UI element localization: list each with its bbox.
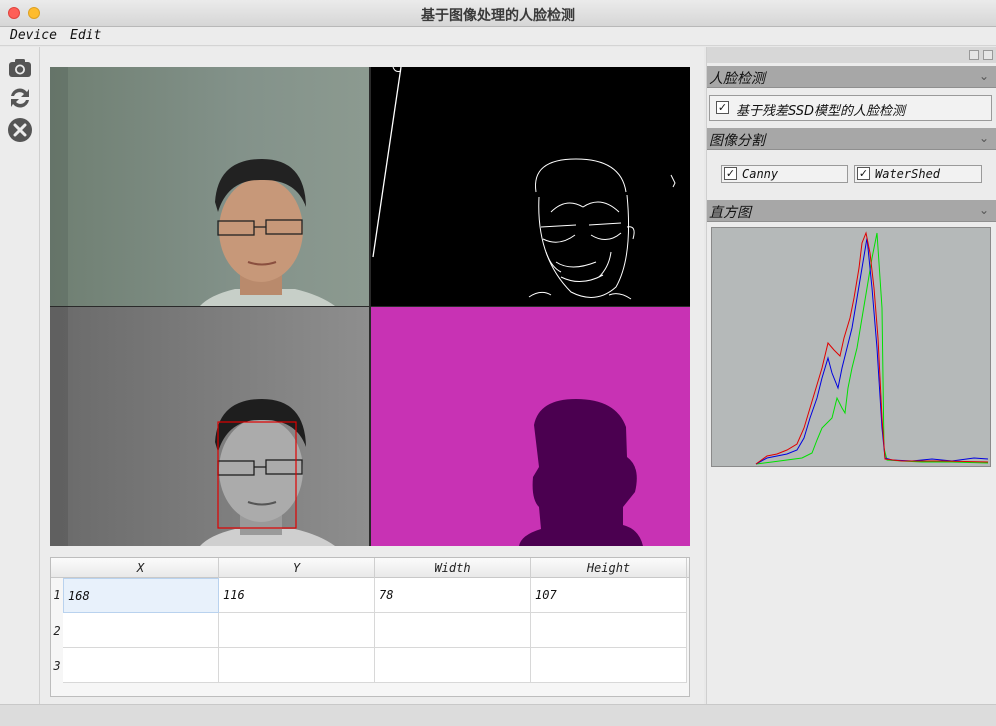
table-cell-x[interactable]	[63, 613, 219, 648]
section-title: 图像分割	[709, 133, 765, 149]
settings-dock: 人脸检测 ⌄ ✓ 基于残差SSD模型的人脸检测 图像分割 ⌄ ✓ Canny ✓…	[706, 47, 996, 704]
face-detection-option: ✓ 基于残差SSD模型的人脸检测	[709, 95, 992, 121]
section-title: 直方图	[709, 205, 751, 221]
canny-checkbox-label: Canny	[742, 167, 779, 181]
canny-option: ✓ Canny	[721, 165, 848, 183]
watershed-checkbox-label: WaterShed	[875, 167, 941, 181]
histogram-red-series	[755, 231, 989, 465]
histogram-plot	[711, 227, 991, 467]
dock-float-button[interactable]	[969, 50, 979, 60]
menu-device[interactable]: Device	[10, 28, 57, 43]
row-header[interactable]: 2	[51, 624, 63, 638]
face-detection-view	[50, 307, 369, 546]
table-cell-height[interactable]	[531, 648, 687, 683]
column-header-y[interactable]: Y	[219, 558, 375, 578]
column-header-height[interactable]: Height	[531, 558, 687, 578]
original-camera-view	[50, 67, 369, 306]
section-segmentation-header[interactable]: 图像分割 ⌄	[707, 128, 996, 150]
close-icon[interactable]	[7, 117, 33, 143]
toolbar	[0, 47, 40, 704]
camera-icon[interactable]	[7, 55, 33, 81]
canny-edge-view	[371, 67, 690, 306]
section-histogram-header[interactable]: 直方图 ⌄	[707, 200, 996, 222]
dock-close-button[interactable]	[983, 50, 993, 60]
table-cell-y[interactable]	[219, 613, 375, 648]
watershed-segmentation-view	[371, 307, 690, 546]
table-cell-height[interactable]: 107	[531, 578, 687, 613]
row-header[interactable]: 3	[51, 659, 63, 673]
table-header: X Y Width Height	[51, 558, 689, 578]
watershed-option: ✓ WaterShed	[854, 165, 982, 183]
table-cell-width[interactable]	[375, 613, 531, 648]
menu-bar: Device Edit	[0, 27, 996, 46]
section-face-detection-header[interactable]: 人脸检测 ⌄	[707, 66, 996, 88]
title-bar: 基于图像处理的人脸检测	[0, 0, 996, 27]
table-cell-y[interactable]: 116	[219, 578, 375, 613]
row-header[interactable]: 1	[51, 588, 63, 602]
dock-title-bar	[707, 47, 996, 63]
chevron-down-icon[interactable]: ⌄	[979, 131, 989, 145]
window-title: 基于图像处理的人脸检测	[421, 8, 575, 24]
table-cell-y[interactable]	[219, 648, 375, 683]
chevron-down-icon[interactable]: ⌄	[979, 69, 989, 83]
watershed-checkbox[interactable]: ✓	[857, 167, 870, 180]
column-header-x[interactable]: X	[63, 558, 219, 578]
ssd-checkbox[interactable]: ✓	[716, 101, 729, 114]
column-header-width[interactable]: Width	[375, 558, 531, 578]
canny-checkbox[interactable]: ✓	[724, 167, 737, 180]
table-cell-width[interactable]: 78	[375, 578, 531, 613]
section-title: 人脸检测	[709, 71, 765, 87]
table-cell-height[interactable]	[531, 613, 687, 648]
menu-edit[interactable]: Edit	[70, 28, 101, 43]
image-view-grid	[50, 67, 690, 546]
status-bar	[0, 704, 996, 726]
refresh-icon[interactable]	[7, 85, 33, 111]
chevron-down-icon[interactable]: ⌄	[979, 203, 989, 217]
ssd-checkbox-label: 基于残差SSD模型的人脸检测	[736, 104, 906, 119]
table-cell-width[interactable]	[375, 648, 531, 683]
table-cell-x[interactable]	[63, 648, 219, 683]
table-cell-x[interactable]: 168	[63, 578, 219, 613]
detection-table: X Y Width Height 1 168 116 78 107 2 3	[50, 557, 690, 697]
